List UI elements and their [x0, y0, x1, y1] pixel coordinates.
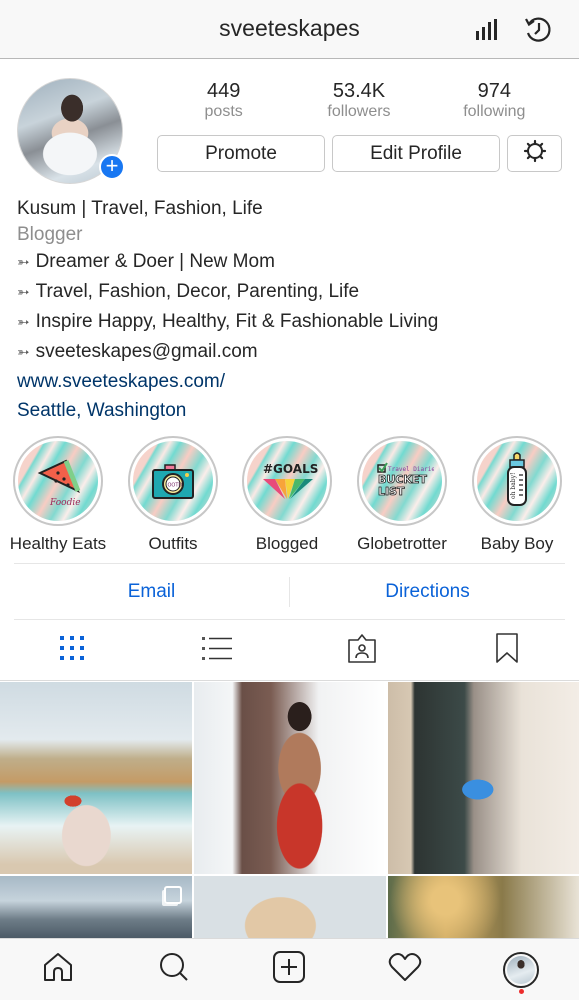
- profile-category: Blogger: [17, 224, 83, 245]
- bio-line-text: Travel, Fashion, Decor, Parenting, Life: [35, 281, 360, 302]
- posts-count: 449: [206, 80, 241, 102]
- highlight-healthy-eats[interactable]: Foodie Healthy Eats: [3, 436, 113, 554]
- home-icon: [42, 951, 74, 988]
- bio-section: Kusum | Travel, Fashion, Life Blogger ➳ D…: [17, 194, 567, 425]
- search-icon: [158, 951, 190, 988]
- posts-grid: [0, 682, 579, 938]
- highlight-label: Outfits: [148, 534, 198, 553]
- nav-new-post[interactable]: [232, 939, 348, 1000]
- following-count: 974: [477, 80, 511, 102]
- top-bar: sveeteskapes: [0, 0, 579, 59]
- tab-saved[interactable]: [434, 621, 579, 680]
- highlight-blogged[interactable]: #GOALS Blogged: [232, 436, 342, 554]
- post-thumbnail[interactable]: [194, 876, 386, 938]
- tab-list[interactable]: [145, 621, 290, 680]
- highlight-label: Globetrotter: [357, 534, 447, 553]
- list-icon: [202, 635, 233, 666]
- svg-text:Travel Diaries: Travel Diaries: [388, 466, 434, 473]
- edit-profile-button[interactable]: Edit Profile: [332, 135, 500, 172]
- profile-name: Kusum | Travel, Fashion, Life: [17, 198, 263, 219]
- post-thumbnail[interactable]: [194, 682, 386, 874]
- settings-button[interactable]: [507, 135, 562, 172]
- nav-search[interactable]: [116, 939, 232, 1000]
- bio-email-text: sveeteskapes@gmail.com: [35, 341, 258, 362]
- bio-line: ➳ Dreamer & Doer | New Mom: [17, 247, 567, 277]
- add-story-plus-icon[interactable]: +: [99, 154, 125, 180]
- stat-followers[interactable]: 53.4K followers: [291, 80, 426, 122]
- bio-line: ➳ Travel, Fashion, Decor, Parenting, Life: [17, 277, 567, 307]
- nav-profile[interactable]: [463, 939, 579, 1000]
- bio-line: ➳ Inspire Happy, Healthy, Fit & Fashionab…: [17, 307, 567, 337]
- highlight-ring: OOTD: [128, 436, 218, 526]
- archive-clock-icon[interactable]: [522, 14, 554, 46]
- heart-icon: [388, 952, 422, 987]
- bucket-list-icon: Travel Diaries BUCKET LIST: [362, 441, 442, 521]
- arrow-icon: ➳: [17, 314, 30, 331]
- highlight-globetrotter[interactable]: Travel Diaries BUCKET LIST Globetrotter: [347, 436, 457, 554]
- arrow-icon: ➳: [17, 254, 30, 271]
- svg-text:OOTD: OOTD: [168, 483, 183, 489]
- grid-icon: [59, 635, 85, 666]
- bookmark-icon: [495, 632, 519, 669]
- nav-activity[interactable]: [347, 939, 463, 1000]
- bio-line-text: Dreamer & Doer | New Mom: [35, 251, 275, 272]
- stat-posts[interactable]: 449 posts: [156, 80, 291, 122]
- post-thumbnail[interactable]: [0, 876, 192, 938]
- directions-button[interactable]: Directions: [290, 581, 565, 603]
- bottom-navigation: [0, 938, 579, 1000]
- followers-count: 53.4K: [332, 80, 386, 102]
- highlight-ring: Travel Diaries BUCKET LIST: [357, 436, 447, 526]
- svg-text:oh baby!: oh baby!: [510, 473, 517, 499]
- carousel-icon: [164, 886, 182, 904]
- camera-icon: OOTD: [133, 441, 213, 521]
- tab-grid[interactable]: [0, 621, 145, 680]
- watermelon-icon: Foodie: [18, 441, 98, 521]
- highlight-ring: Foodie: [13, 436, 103, 526]
- post-thumbnail[interactable]: [388, 682, 579, 874]
- svg-text:Foodie: Foodie: [49, 498, 81, 508]
- profile-avatar[interactable]: +: [17, 78, 125, 184]
- post-thumbnail[interactable]: [388, 876, 579, 938]
- highlight-baby-boy[interactable]: oh baby! Baby Boy: [462, 436, 572, 554]
- posts-label: posts: [204, 103, 243, 120]
- location-link[interactable]: Seattle, Washington: [17, 396, 567, 425]
- highlight-ring: oh baby!: [472, 436, 562, 526]
- highlight-label: Healthy Eats: [9, 534, 107, 553]
- tagged-icon: [346, 632, 378, 669]
- story-highlights: Foodie Healthy Eats OOTD Outfits #GOALS …: [0, 436, 579, 556]
- email-button[interactable]: Email: [14, 581, 289, 603]
- svg-text:#GOALS: #GOALS: [263, 462, 318, 476]
- following-label: following: [463, 103, 526, 120]
- highlight-outfits[interactable]: OOTD Outfits: [118, 436, 228, 554]
- gear-icon: [523, 139, 547, 169]
- baby-bottle-icon: oh baby!: [477, 441, 557, 521]
- profile-stats: 449 posts 53.4K followers 974 following: [156, 80, 562, 122]
- highlight-ring: #GOALS: [242, 436, 332, 526]
- followers-label: followers: [327, 103, 391, 120]
- avatar-thumbnail: [507, 955, 536, 984]
- tab-tagged[interactable]: [290, 621, 435, 680]
- post-thumbnail[interactable]: [0, 682, 192, 874]
- stat-following[interactable]: 974 following: [427, 80, 562, 122]
- arrow-icon: ➳: [17, 344, 30, 361]
- notification-dot: [519, 989, 525, 994]
- add-post-icon: [272, 950, 306, 989]
- insights-icon[interactable]: [471, 14, 503, 46]
- highlight-label: Blogged: [255, 534, 319, 553]
- profile-view-tabs: [0, 621, 579, 681]
- bio-line: ➳ sveeteskapes@gmail.com: [17, 337, 567, 367]
- bio-line-text: Inspire Happy, Healthy, Fit & Fashionabl…: [35, 311, 439, 332]
- arrow-icon: ➳: [17, 284, 30, 301]
- goals-rainbow-icon: #GOALS: [247, 441, 327, 521]
- svg-text:LIST: LIST: [378, 485, 405, 498]
- nav-home[interactable]: [0, 939, 116, 1000]
- highlight-label: Baby Boy: [480, 534, 554, 553]
- profile-avatar-icon: [503, 951, 540, 988]
- contact-row: Email Directions: [14, 563, 565, 620]
- promote-button[interactable]: Promote: [157, 135, 325, 172]
- website-link[interactable]: www.sveeteskapes.com/: [17, 367, 567, 396]
